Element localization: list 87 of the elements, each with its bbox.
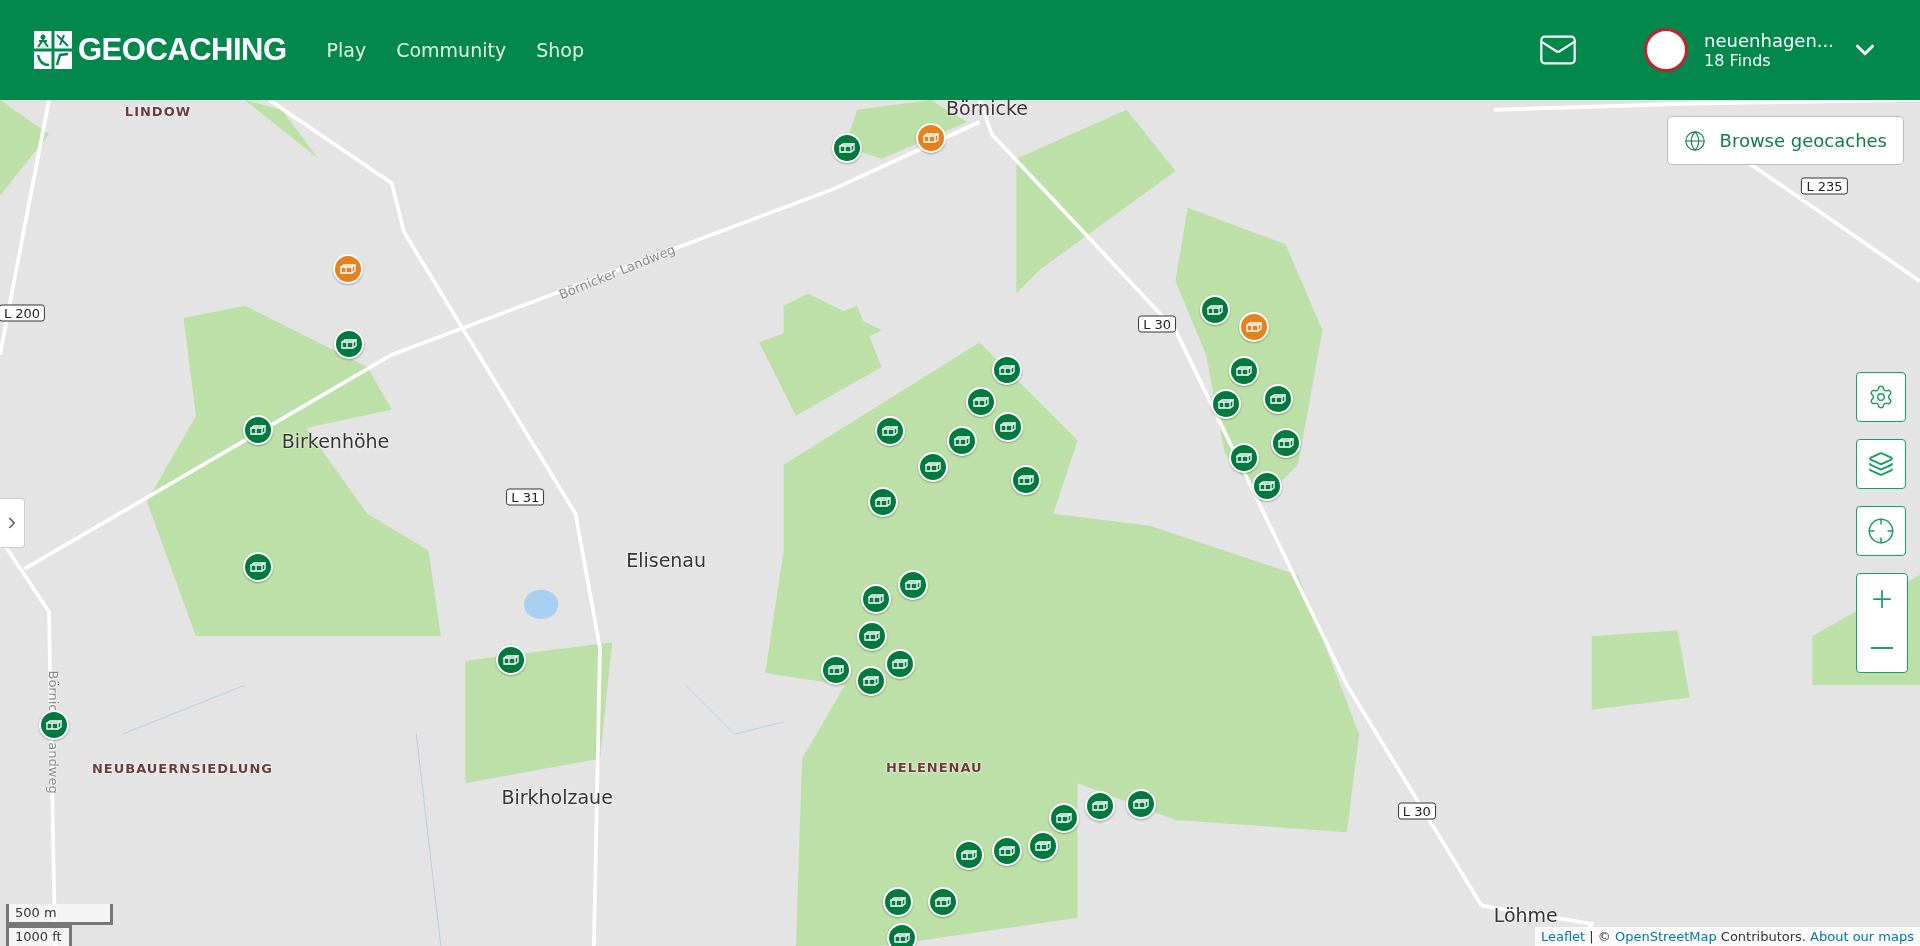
cache-box-icon <box>894 932 911 943</box>
about-maps-link[interactable]: About our maps <box>1810 929 1914 944</box>
geocache-marker[interactable] <box>832 133 863 164</box>
place-name: Börnicke <box>946 100 1028 119</box>
openstreetmap-link[interactable]: OpenStreetMap <box>1615 929 1717 944</box>
cache-box-icon <box>250 424 267 435</box>
cache-box-icon <box>882 426 899 436</box>
road-name: andweg <box>45 742 61 794</box>
avatar[interactable] <box>1644 28 1689 72</box>
road-name: Börnic <box>45 670 61 712</box>
minus-icon <box>1871 646 1893 649</box>
lake <box>524 589 559 620</box>
cache-box-icon <box>905 580 922 591</box>
road-number-sign: L 200 <box>0 304 46 322</box>
cache-box-icon <box>925 461 942 472</box>
cache-box-icon <box>340 339 357 350</box>
place-name: NEUBAUERNSIEDLUNG <box>91 760 273 776</box>
cache-box-icon <box>934 897 951 908</box>
settings-button[interactable] <box>1856 372 1906 422</box>
place-name: Birkenhöhe <box>281 429 390 452</box>
place-name: Elisenau <box>626 548 707 571</box>
cache-box-icon <box>972 396 989 407</box>
place-name: Löhme <box>1493 903 1558 926</box>
cache-box-icon <box>1206 304 1223 315</box>
cache-box-icon <box>862 675 879 686</box>
nav-link[interactable]: Play <box>326 39 367 61</box>
cache-box-icon <box>867 593 884 604</box>
imperial-scale-bar: 1000 ft <box>6 925 72 946</box>
cache-box-icon <box>998 364 1015 375</box>
cache-box-icon <box>250 561 267 572</box>
road-number-sign: L 31 <box>506 488 545 506</box>
finds-count: 18 Finds <box>1704 51 1772 71</box>
nav-link[interactable]: Shop <box>536 39 584 61</box>
geocache-marker[interactable] <box>38 709 69 740</box>
place-name: LINDOW <box>124 103 192 119</box>
username[interactable]: neuenhagen... <box>1704 29 1834 52</box>
cache-box-icon <box>863 630 880 641</box>
cache-box-icon <box>922 133 939 144</box>
cache-box-icon <box>839 143 856 154</box>
cache-box-icon <box>1035 841 1052 852</box>
cache-box-icon <box>960 849 977 860</box>
geocache-marker[interactable] <box>1126 789 1157 820</box>
place-name: HELENENAU <box>885 759 983 774</box>
layers-button[interactable] <box>1856 439 1906 489</box>
cache-box-icon <box>1056 812 1073 823</box>
cache-box-icon <box>874 497 891 508</box>
road-number-sign: L 30 <box>1138 316 1177 333</box>
cache-box-icon <box>1236 452 1253 463</box>
cache-box-icon <box>1217 399 1234 410</box>
cache-box-icon <box>1018 475 1035 485</box>
cache-box-icon <box>1277 438 1294 449</box>
cache-box-icon <box>1270 394 1287 405</box>
map-attribution: Leaflet | © OpenStreetMap Contributors. About our maps <box>1534 927 1920 946</box>
crosshair-icon <box>1867 517 1895 545</box>
settings-icon <box>1868 384 1894 410</box>
cache-box-icon <box>1091 800 1108 811</box>
place-name: Birkholzaue <box>501 786 613 809</box>
cache-box-icon <box>502 655 519 665</box>
cache-box-icon <box>889 897 906 908</box>
logo-icon <box>34 31 72 69</box>
cache-box-icon <box>339 264 356 275</box>
cache-box-icon <box>998 846 1015 856</box>
geocaching-logo[interactable]: GEOCACHING <box>34 31 287 69</box>
globe-icon <box>1683 129 1706 152</box>
cache-box-icon <box>892 658 908 669</box>
road-number-sign: L 30 <box>1397 802 1436 820</box>
cache-box-icon <box>999 422 1016 433</box>
browse-geocaches-button[interactable]: Browse geocaches <box>1666 116 1904 165</box>
leaflet-link[interactable]: Leaflet <box>1540 929 1586 944</box>
geocache-marker[interactable] <box>1084 790 1115 821</box>
cache-box-icon <box>1259 481 1276 492</box>
sidebar-toggle[interactable] <box>0 498 25 548</box>
cache-box-icon <box>1236 366 1253 376</box>
locate-button[interactable] <box>1856 506 1906 556</box>
cache-box-icon <box>45 719 62 730</box>
geocache-marker[interactable] <box>333 329 364 360</box>
cache-box-icon <box>1133 799 1150 810</box>
road-number-sign: L 235 <box>1801 177 1848 195</box>
cache-box-icon <box>828 664 845 675</box>
layers-icon <box>1868 451 1894 477</box>
geocache-marker[interactable] <box>332 254 363 285</box>
cache-box-icon <box>954 435 971 446</box>
logo-text: GEOCACHING <box>78 32 287 68</box>
nav-link[interactable]: Community <box>396 39 507 61</box>
geocache-marker[interactable] <box>495 645 526 675</box>
metric-scale-bar: 500 m <box>6 904 113 925</box>
cache-box-icon <box>1245 321 1262 332</box>
